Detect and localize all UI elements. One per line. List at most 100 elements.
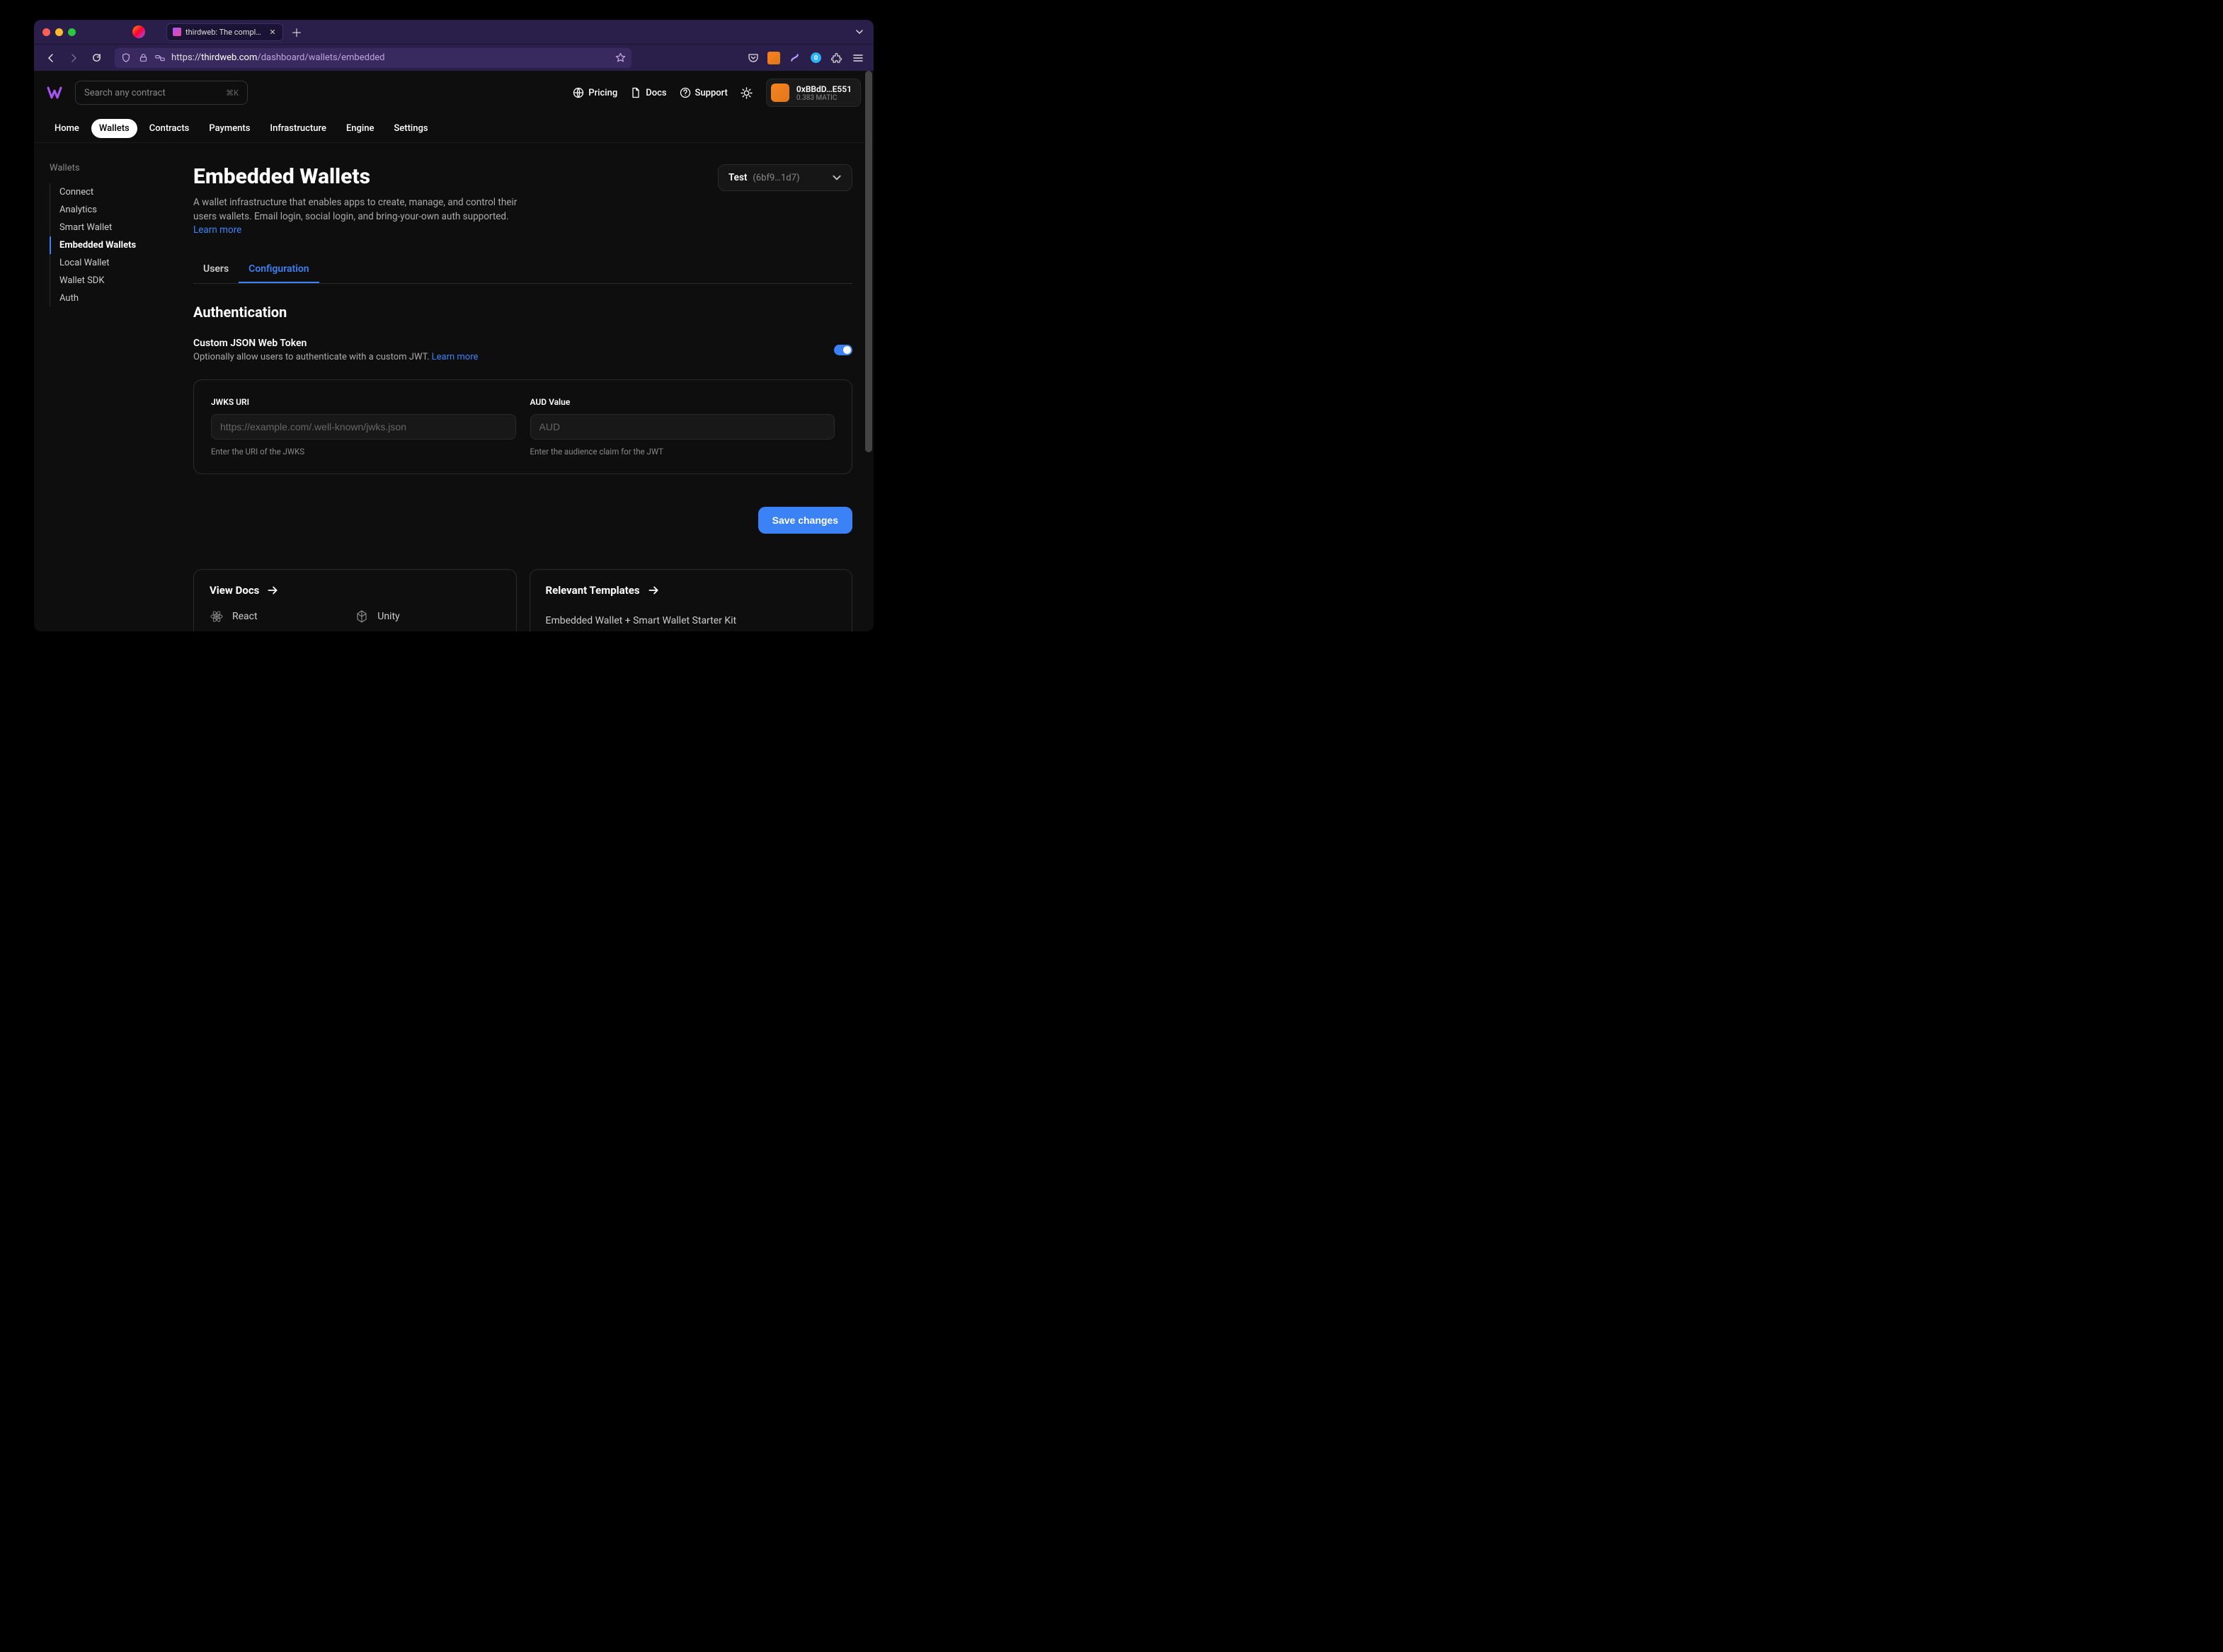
app-header: Search any contract ⌘K Pricing Docs Supp… (34, 71, 874, 115)
tab-title: thirdweb: The complete web3 d (185, 28, 264, 37)
browser-tabs: thirdweb: The complete web3 d ✕ ＋ (166, 23, 304, 41)
nav-home[interactable]: Home (47, 119, 87, 138)
url-text: https://thirdweb.com/dashboard/wallets/e… (171, 52, 385, 63)
aud-value-input[interactable] (530, 414, 835, 440)
toggle-thumb (843, 346, 851, 354)
extensions-puzzle-icon[interactable] (830, 51, 844, 65)
shield-icon (120, 52, 132, 64)
jwt-row-desc: Optionally allow users to authenticate w… (193, 352, 478, 362)
nav-settings[interactable]: Settings (386, 119, 435, 138)
jwt-config-box: JWKS URI Enter the URI of the JWKS AUD V… (193, 379, 852, 474)
metamask-extension-icon[interactable] (767, 52, 780, 64)
sidebar-item-auth[interactable]: Auth (50, 289, 172, 307)
sidebar-item-local-wallet[interactable]: Local Wallet (50, 254, 172, 272)
search-shortcut: ⌘K (226, 88, 239, 98)
main: Embedded Wallets A wallet infrastructure… (172, 143, 874, 631)
content-tabs: Users Configuration (193, 256, 852, 284)
support-link[interactable]: Support (680, 87, 728, 98)
relevant-templates-card: Relevant Templates Embedded Wallet + Sma… (530, 569, 853, 631)
primary-nav: Home Wallets Contracts Payments Infrastr… (34, 115, 874, 143)
menu-hamburger-icon[interactable] (851, 51, 865, 65)
browser-toolbar: https://thirdweb.com/dashboard/wallets/e… (34, 44, 874, 71)
nav-payments[interactable]: Payments (201, 119, 258, 138)
view-docs-card: View Docs React (193, 569, 517, 631)
browser-tab[interactable]: thirdweb: The complete web3 d ✕ (166, 23, 283, 41)
project-id: (6bf9…1d7) (753, 173, 799, 183)
lock-icon (137, 52, 149, 64)
arrow-right-icon (647, 584, 660, 597)
react-icon (210, 609, 224, 624)
new-tab-button[interactable]: ＋ (289, 24, 304, 40)
scrollbar[interactable] (865, 71, 872, 631)
chevron-down-icon (832, 173, 842, 183)
extension-icon[interactable] (787, 51, 801, 65)
jwt-learn-more-link[interactable]: Learn more (432, 352, 479, 362)
account-address: 0xBBdD…E551 (796, 84, 852, 94)
pocket-icon[interactable] (746, 51, 760, 65)
nav-engine[interactable]: Engine (338, 119, 382, 138)
search-placeholder: Search any contract (84, 88, 166, 98)
permissions-icon (154, 52, 166, 64)
minimize-window-button[interactable] (55, 28, 63, 36)
sidebar-item-wallet-sdk[interactable]: Wallet SDK (50, 272, 172, 289)
account-chip[interactable]: 0xBBdD…E551 0.383 MATIC (766, 79, 861, 107)
unity-icon (355, 609, 369, 624)
save-changes-button[interactable]: Save changes (758, 507, 852, 534)
section-authentication-title: Authentication (193, 304, 852, 321)
learn-more-link[interactable]: Learn more (193, 224, 241, 236)
jwt-toggle[interactable] (834, 345, 852, 355)
app-content: Search any contract ⌘K Pricing Docs Supp… (34, 71, 874, 631)
pricing-link[interactable]: Pricing (573, 87, 617, 98)
docs-unity[interactable]: Unity (355, 609, 500, 624)
forward-button[interactable] (65, 50, 82, 67)
account-avatar-icon (771, 84, 789, 102)
sidebar-item-analytics[interactable]: Analytics (50, 201, 172, 219)
project-name: Test (728, 172, 747, 183)
jwt-row-title: Custom JSON Web Token (193, 338, 478, 349)
nav-contracts[interactable]: Contracts (142, 119, 198, 138)
project-selector[interactable]: Test (6bf9…1d7) (718, 164, 852, 191)
docs-link[interactable]: Docs (630, 87, 666, 98)
jwks-uri-label: JWKS URI (211, 397, 516, 407)
firefox-icon (132, 25, 145, 38)
search-input[interactable]: Search any contract ⌘K (75, 81, 248, 105)
template-link-starter-kit[interactable]: Embedded Wallet + Smart Wallet Starter K… (546, 609, 837, 631)
maximize-window-button[interactable] (68, 28, 76, 36)
svg-text:0: 0 (813, 55, 818, 62)
browser-window: thirdweb: The complete web3 d ✕ ＋ (34, 20, 874, 631)
templates-header[interactable]: Relevant Templates (546, 584, 837, 597)
nav-wallets[interactable]: Wallets (91, 119, 137, 138)
window-controls (42, 28, 76, 36)
view-docs-header[interactable]: View Docs (210, 584, 501, 597)
sun-icon (741, 87, 753, 99)
theme-toggle-button[interactable] (741, 86, 753, 99)
tab-users[interactable]: Users (193, 256, 239, 283)
jwks-uri-input[interactable] (211, 414, 516, 440)
extension-badge-icon[interactable]: 0 (808, 51, 823, 65)
thirdweb-logo-icon[interactable] (47, 84, 65, 102)
sidebar-item-embedded-wallets[interactable]: Embedded Wallets (50, 236, 172, 254)
sidebar-item-connect[interactable]: Connect (50, 183, 172, 201)
back-button[interactable] (42, 50, 59, 67)
sidebar: Wallets Connect Analytics Smart Wallet E… (34, 143, 172, 631)
nav-infrastructure[interactable]: Infrastructure (262, 119, 334, 138)
url-bar[interactable]: https://thirdweb.com/dashboard/wallets/e… (115, 48, 632, 68)
scrollbar-thumb[interactable] (865, 71, 872, 452)
jwks-uri-help: Enter the URI of the JWKS (211, 447, 516, 457)
tab-close-icon[interactable]: ✕ (268, 28, 277, 36)
close-window-button[interactable] (42, 28, 50, 36)
arrow-right-icon (266, 584, 279, 597)
tab-list-chevron-icon[interactable] (854, 26, 865, 38)
reload-button[interactable] (88, 50, 105, 67)
page-description: A wallet infrastructure that enables app… (193, 196, 519, 238)
sidebar-item-smart-wallet[interactable]: Smart Wallet (50, 219, 172, 236)
titlebar: thirdweb: The complete web3 d ✕ ＋ (34, 20, 874, 44)
tab-favicon-icon (173, 28, 181, 36)
aud-value-label: AUD Value (530, 397, 835, 407)
tab-configuration[interactable]: Configuration (239, 256, 319, 283)
account-balance: 0.383 MATIC (796, 94, 852, 102)
docs-react[interactable]: React (210, 609, 355, 624)
aud-value-help: Enter the audience claim for the JWT (530, 447, 835, 457)
page-title: Embedded Wallets (193, 164, 519, 189)
bookmark-star-icon[interactable] (615, 52, 626, 64)
